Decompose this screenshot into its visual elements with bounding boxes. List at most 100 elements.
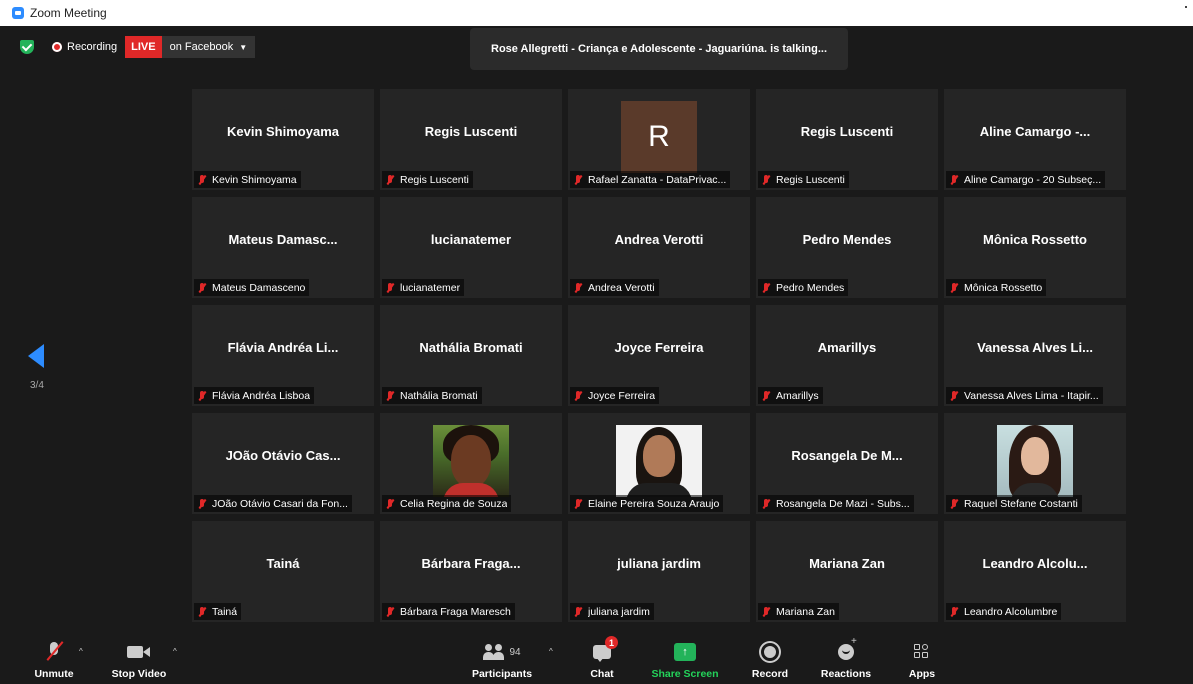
participant-video-photo bbox=[433, 425, 509, 497]
participant-name-label: Bárbara Fraga Maresch bbox=[382, 603, 515, 620]
record-icon bbox=[761, 643, 779, 661]
chat-button[interactable]: 1 Chat bbox=[582, 634, 622, 684]
muted-mic-icon bbox=[196, 498, 208, 510]
participant-tile[interactable]: Regis Luscenti Regis Luscenti bbox=[380, 89, 562, 190]
participant-tile[interactable]: Joyce Ferreira Joyce Ferreira bbox=[568, 305, 750, 406]
participant-tile[interactable]: Vanessa Alves Li... Vanessa Alves Lima -… bbox=[944, 305, 1126, 406]
participant-display-name: Leandro Alcolu... bbox=[982, 555, 1088, 571]
muted-mic-icon bbox=[948, 606, 960, 618]
participant-tile[interactable]: Mariana Zan Mariana Zan bbox=[756, 521, 938, 622]
security-shield-icon[interactable] bbox=[20, 40, 34, 54]
live-badge: LIVE bbox=[125, 36, 162, 58]
participant-tile[interactable]: Regis Luscenti Regis Luscenti bbox=[756, 89, 938, 190]
participant-tile[interactable]: Kevin Shimoyama Kevin Shimoyama bbox=[192, 89, 374, 190]
muted-mic-icon bbox=[572, 282, 584, 294]
participant-name-label: Rosangela De Mazi - Subs... bbox=[758, 495, 914, 512]
page-indicator: 3/4 bbox=[30, 380, 44, 391]
muted-mic-icon bbox=[196, 390, 208, 402]
participant-tile[interactable]: Andrea Verotti Andrea Verotti bbox=[568, 197, 750, 298]
participant-tile[interactable]: Bárbara Fraga... Bárbara Fraga Maresch bbox=[380, 521, 562, 622]
participant-name-label: Vanessa Alves Lima - Itapir... bbox=[946, 387, 1103, 404]
window-titlebar: Zoom Meeting bbox=[0, 0, 1193, 26]
participant-display-name: Aline Camargo -... bbox=[979, 123, 1091, 139]
arrow-left-icon bbox=[28, 344, 44, 368]
participant-display-name: Bárbara Fraga... bbox=[421, 555, 521, 571]
participant-display-name: Mariana Zan bbox=[809, 555, 885, 571]
participant-tile[interactable]: Mônica Rossetto Mônica Rossetto bbox=[944, 197, 1126, 298]
participant-tile[interactable]: lucianatemer lucianatemer bbox=[380, 197, 562, 298]
participant-tile[interactable]: R Rafael Zanatta - DataPrivac... bbox=[568, 89, 750, 190]
participant-name-label: Rafael Zanatta - DataPrivac... bbox=[570, 171, 731, 188]
participant-display-name: Pedro Mendes bbox=[802, 231, 892, 247]
participants-options-caret-icon[interactable]: ^ bbox=[549, 647, 553, 656]
apps-label: Apps bbox=[908, 668, 936, 680]
participant-tile[interactable]: JOão Otávio Cas... JOão Otávio Casari da… bbox=[192, 413, 374, 514]
participant-display-name: Mateus Damasc... bbox=[228, 231, 338, 247]
muted-mic-icon bbox=[948, 174, 960, 186]
muted-mic-icon bbox=[948, 498, 960, 510]
active-speaker-banner: Rose Allegretti - Criança e Adolescente … bbox=[470, 28, 848, 70]
share-screen-button[interactable]: ↑ Share Screen bbox=[650, 634, 720, 684]
muted-mic-icon bbox=[196, 606, 208, 618]
participant-display-name: JOão Otávio Cas... bbox=[225, 447, 341, 463]
participant-display-name: Kevin Shimoyama bbox=[227, 123, 339, 139]
participant-name-label: Mariana Zan bbox=[758, 603, 839, 620]
muted-mic-icon bbox=[948, 282, 960, 294]
stop-video-label: Stop Video bbox=[111, 668, 167, 680]
muted-mic-icon bbox=[760, 606, 772, 618]
previous-page-button[interactable] bbox=[28, 344, 48, 368]
video-camera-icon bbox=[127, 644, 151, 660]
participant-tile[interactable]: Aline Camargo -... Aline Camargo - 20 Su… bbox=[944, 89, 1126, 190]
participant-display-name: Andrea Verotti bbox=[614, 231, 704, 247]
participant-tile[interactable]: Celia Regina de Souza bbox=[380, 413, 562, 514]
participant-name-label: Kevin Shimoyama bbox=[194, 171, 301, 188]
participant-name-label: Raquel Stefane Costanti bbox=[946, 495, 1082, 512]
reactions-label: Reactions bbox=[820, 668, 872, 680]
live-destination-label: on Facebook bbox=[169, 41, 234, 53]
participant-name-label: lucianatemer bbox=[382, 279, 465, 296]
reactions-button[interactable]: Reactions bbox=[818, 634, 874, 684]
record-button[interactable]: Record bbox=[748, 634, 792, 684]
muted-microphone-icon bbox=[43, 641, 65, 663]
muted-mic-icon bbox=[760, 498, 772, 510]
participant-tile[interactable]: Rosangela De M... Rosangela De Mazi - Su… bbox=[756, 413, 938, 514]
participant-tile[interactable]: Elaine Pereira Souza Araujo bbox=[568, 413, 750, 514]
muted-mic-icon bbox=[760, 174, 772, 186]
participant-tile[interactable]: Amarillys Amarillys bbox=[756, 305, 938, 406]
apps-grid-icon bbox=[914, 644, 930, 660]
live-destination-dropdown[interactable]: on Facebook ▼ bbox=[161, 36, 256, 58]
muted-mic-icon bbox=[384, 174, 396, 186]
muted-mic-icon bbox=[572, 606, 584, 618]
muted-mic-icon bbox=[948, 390, 960, 402]
muted-mic-icon bbox=[384, 498, 396, 510]
participant-display-name: Rosangela De M... bbox=[791, 447, 903, 463]
participant-name-label: Tainá bbox=[194, 603, 242, 620]
participant-tile[interactable]: Mateus Damasc... Mateus Damasceno bbox=[192, 197, 374, 298]
participant-tile[interactable]: Tainá Tainá bbox=[192, 521, 374, 622]
participant-name-label: Nathália Bromati bbox=[382, 387, 482, 404]
participant-tile[interactable]: Pedro Mendes Pedro Mendes bbox=[756, 197, 938, 298]
apps-button[interactable]: Apps bbox=[902, 634, 942, 684]
unmute-button[interactable]: Unmute bbox=[26, 634, 82, 684]
participants-button[interactable]: 94 Participants bbox=[466, 634, 538, 684]
titlebar-dot bbox=[1185, 6, 1187, 8]
participant-display-name: Nathália Bromati bbox=[419, 339, 523, 355]
participant-tile[interactable]: Nathália Bromati Nathália Bromati bbox=[380, 305, 562, 406]
participant-name-label: JOão Otávio Casari da Fon... bbox=[194, 495, 352, 512]
participant-tile[interactable]: juliana jardim juliana jardim bbox=[568, 521, 750, 622]
video-options-caret-icon[interactable]: ^ bbox=[173, 647, 177, 656]
reactions-smiley-icon bbox=[838, 636, 857, 660]
participant-tile[interactable]: Leandro Alcolu... Leandro Alcolumbre bbox=[944, 521, 1126, 622]
participants-label: Participants bbox=[471, 668, 533, 680]
stop-video-button[interactable]: Stop Video bbox=[108, 634, 170, 684]
caret-down-icon: ▼ bbox=[239, 42, 248, 52]
muted-mic-icon bbox=[572, 174, 584, 186]
participant-name-label: Regis Luscenti bbox=[382, 171, 473, 188]
unmute-label: Unmute bbox=[34, 668, 74, 680]
participant-tile[interactable]: Raquel Stefane Costanti bbox=[944, 413, 1126, 514]
audio-options-caret-icon[interactable]: ^ bbox=[79, 647, 83, 656]
muted-mic-icon bbox=[572, 498, 584, 510]
participant-name-label: Regis Luscenti bbox=[758, 171, 849, 188]
muted-mic-icon bbox=[196, 282, 208, 294]
participant-tile[interactable]: Flávia Andréa Li... Flávia Andréa Lisboa bbox=[192, 305, 374, 406]
